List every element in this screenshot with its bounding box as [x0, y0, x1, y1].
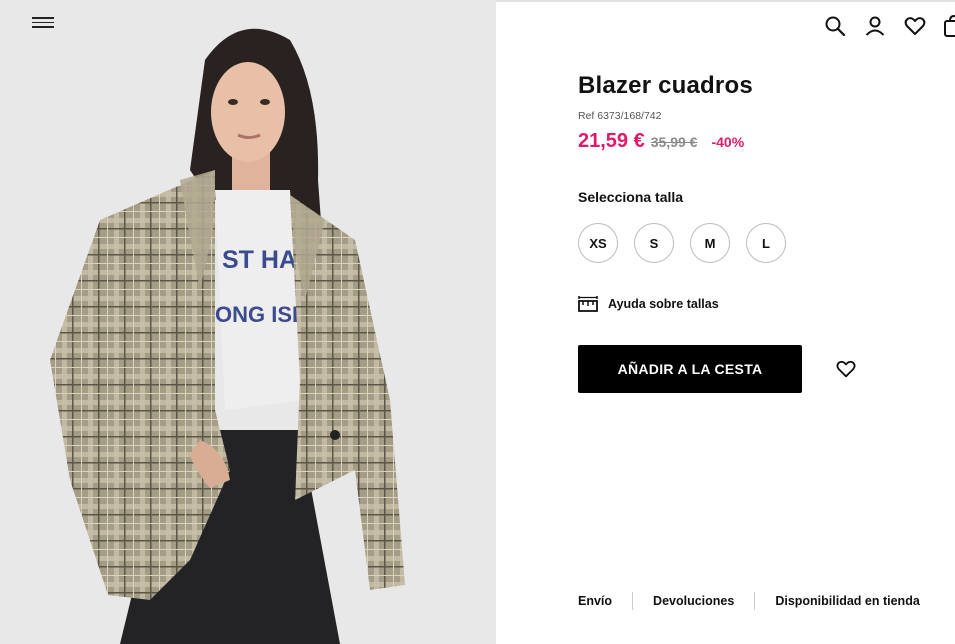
- ruler-icon: [578, 296, 598, 312]
- link-divider: [754, 592, 756, 610]
- purchase-row: AÑADIR A LA CESTA: [578, 345, 938, 393]
- current-price: 21,59 €: [578, 130, 645, 152]
- menu-icon-line: [32, 26, 54, 28]
- user-icon[interactable]: [863, 14, 887, 38]
- menu-icon-line: [32, 21, 54, 24]
- header-divider: [496, 0, 955, 2]
- size-option-l[interactable]: L: [746, 223, 786, 263]
- menu-button[interactable]: [32, 14, 54, 32]
- size-help-link[interactable]: Ayuda sobre tallas: [578, 295, 938, 313]
- size-heading: Selecciona talla: [578, 189, 684, 205]
- heart-icon[interactable]: [903, 14, 927, 38]
- model-illustration: ST HAMP ONG ISLA: [0, 0, 496, 644]
- store-availability-link[interactable]: Disponibilidad en tienda: [775, 594, 919, 608]
- price-block: 21,59 € 35,99 € -40%: [578, 130, 938, 153]
- returns-link[interactable]: Devoluciones: [653, 594, 734, 608]
- product-ref: Ref 6373/168/742: [578, 110, 662, 122]
- size-option-m[interactable]: M: [690, 223, 730, 263]
- product-info: Blazer cuadros Ref 6373/168/742 21,59 € …: [578, 72, 938, 393]
- link-divider: [632, 592, 634, 610]
- add-to-cart-button[interactable]: AÑADIR A LA CESTA: [578, 345, 802, 393]
- size-option-s[interactable]: S: [634, 223, 674, 263]
- size-help-label: Ayuda sobre tallas: [608, 297, 719, 311]
- original-price: 35,99 €: [650, 134, 698, 150]
- menu-icon-line: [32, 17, 54, 19]
- shipping-link[interactable]: Envío: [578, 594, 612, 608]
- size-selector: XS S M L: [578, 223, 938, 263]
- wishlist-heart-icon[interactable]: [835, 358, 857, 380]
- bag-icon[interactable]: [942, 14, 955, 38]
- search-icon[interactable]: [823, 14, 847, 38]
- product-info-links: Envío Devoluciones Disponibilidad en tie…: [578, 592, 920, 610]
- size-option-xs[interactable]: XS: [578, 223, 618, 263]
- header-actions: [815, 14, 955, 40]
- product-title: Blazer cuadros: [578, 72, 753, 99]
- product-photo[interactable]: ST HAMP ONG ISLA: [0, 0, 496, 644]
- discount-badge: -40%: [711, 134, 745, 150]
